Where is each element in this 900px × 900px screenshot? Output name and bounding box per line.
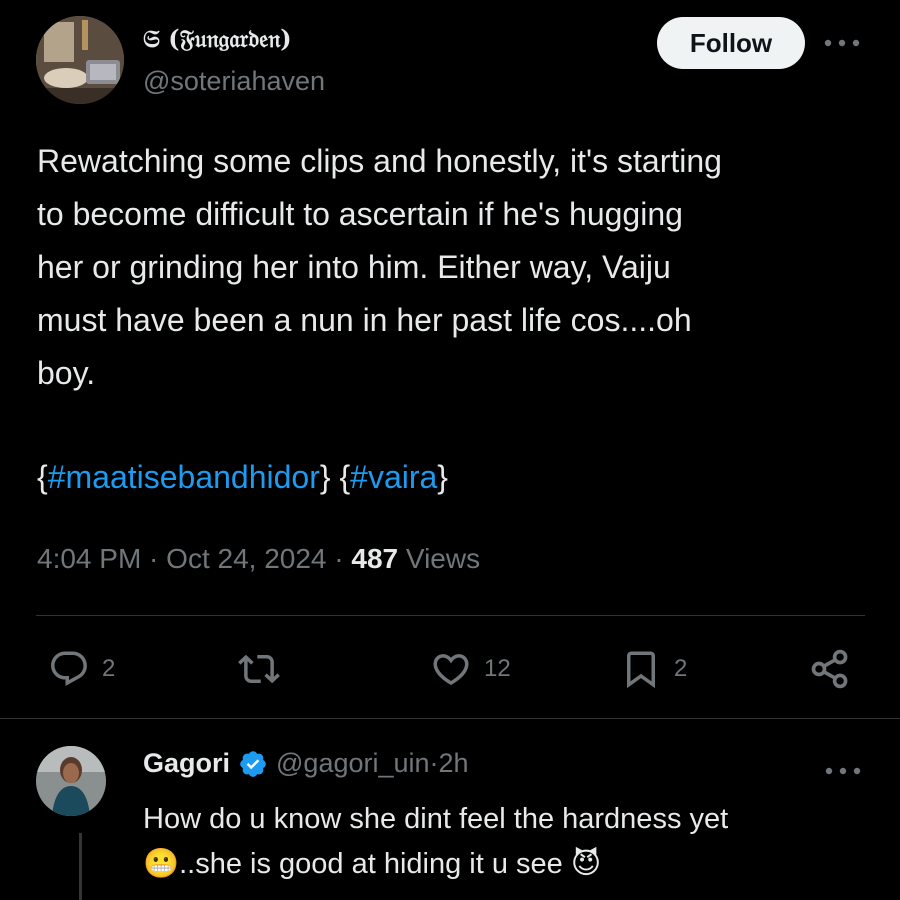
- meta-separator: ·: [141, 543, 167, 574]
- avatar-photo: [36, 746, 106, 816]
- meta-separator: ·: [429, 748, 439, 778]
- avatar-photo: [36, 16, 124, 104]
- reply-button[interactable]: 2: [48, 644, 115, 694]
- reply-text: How do u know she dint feel the hardness…: [143, 797, 863, 886]
- hashtag-link[interactable]: #vaira: [350, 459, 437, 495]
- brace-open: {: [37, 459, 48, 495]
- tweet-text: Rewatching some clips and honestly, it's…: [37, 143, 722, 391]
- reply-text-segment: ..she is good at hiding it u see: [179, 848, 571, 880]
- verified-badge-icon[interactable]: [238, 749, 268, 779]
- views-count: 487: [351, 543, 399, 574]
- brace-close: }: [437, 459, 448, 495]
- reply-time[interactable]: 2h: [439, 748, 469, 779]
- tweet-time[interactable]: 4:04 PM: [37, 543, 141, 574]
- thread-line: [79, 833, 82, 900]
- author-avatar[interactable]: [36, 16, 124, 104]
- bookmark-button[interactable]: 2: [620, 644, 687, 694]
- share-button[interactable]: [808, 644, 852, 694]
- reply-header: Gagori @gagori_uin · 2h: [143, 748, 469, 779]
- divider: [0, 718, 900, 719]
- tweet-hashtags: {#maatisebandhidor} {#vaira}: [37, 451, 448, 504]
- reply-avatar[interactable]: [36, 746, 106, 816]
- meta-separator: ·: [326, 543, 352, 574]
- reply-display-name[interactable]: Gagori: [143, 748, 230, 779]
- hashtag-link[interactable]: #maatisebandhidor: [48, 459, 320, 495]
- reply-text-line: How do u know she dint feel the hardness…: [143, 803, 729, 835]
- retweet-icon: [238, 654, 280, 684]
- tweet-meta: 4:04 PM · Oct 24, 2024 · 487 Views: [37, 535, 480, 583]
- views-label: Views: [405, 543, 481, 574]
- like-count: 12: [484, 655, 511, 682]
- like-icon: [433, 654, 469, 686]
- brace-open: {: [339, 459, 351, 495]
- author-handle[interactable]: @soteriahaven: [143, 66, 325, 97]
- bookmark-icon: [627, 651, 655, 689]
- retweet-button[interactable]: [238, 644, 280, 694]
- reply-icon: [51, 651, 87, 686]
- reply-text-line: 😬..she is good at hiding it u see 😈: [143, 841, 863, 886]
- smiling-devil-emoji-icon: 😈: [570, 846, 602, 880]
- more-icon[interactable]: [822, 28, 862, 58]
- grimacing-emoji-icon: 😬: [143, 846, 180, 880]
- reply-handle[interactable]: @gagori_uin: [276, 748, 430, 779]
- follow-button[interactable]: Follow: [657, 17, 805, 69]
- reply-count: 2: [102, 655, 116, 682]
- more-icon[interactable]: [823, 756, 863, 786]
- divider: [36, 615, 865, 616]
- bookmark-count: 2: [674, 655, 688, 682]
- like-button[interactable]: 12: [430, 644, 511, 694]
- author-display-name[interactable]: 𝔖 (𝔉𝔲𝔫𝔤𝔞𝔯𝔡𝔢𝔫): [143, 24, 292, 53]
- share-icon: [811, 649, 848, 689]
- tweet-date[interactable]: Oct 24, 2024: [166, 543, 326, 574]
- brace-close: }: [319, 459, 331, 495]
